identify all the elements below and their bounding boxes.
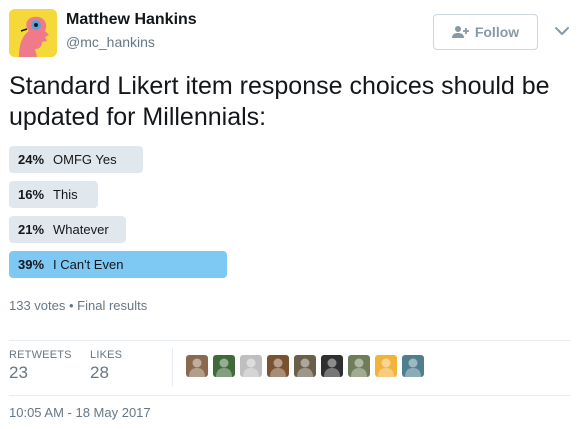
poll-label: OMFG Yes [53, 152, 117, 167]
author-name[interactable]: Matthew Hankins [66, 11, 197, 29]
liker-avatar[interactable] [294, 355, 316, 377]
author-handle[interactable]: @mc_hankins [66, 34, 155, 50]
poll-choice: 16% This [9, 181, 309, 208]
liker-avatar[interactable] [213, 355, 235, 377]
add-user-icon [451, 25, 470, 39]
liker-avatars [186, 355, 424, 377]
poll-choice: 24% OMFG Yes [9, 146, 309, 173]
liker-avatar[interactable] [348, 355, 370, 377]
poll-choice-text: 21% Whatever [18, 222, 109, 237]
liker-avatar[interactable] [267, 355, 289, 377]
poll-percent: 39% [18, 257, 45, 272]
poll-label: I Can't Even [53, 257, 124, 272]
tweet-text: Standard Likert item response choices sh… [9, 72, 550, 131]
poll-choice-text: 39% I Can't Even [18, 257, 123, 272]
liker-avatar[interactable] [186, 355, 208, 377]
retweets-label: RETWEETS [9, 349, 72, 361]
retweets-count: 23 [9, 363, 28, 382]
poll-percent: 21% [18, 222, 45, 237]
likes-stat[interactable]: LIKES 28 [90, 349, 122, 383]
poll-choice: 39% I Can't Even [9, 251, 309, 278]
poll-label: Whatever [53, 222, 109, 237]
chevron-down-icon[interactable] [553, 22, 571, 40]
divider [9, 340, 570, 341]
poll-label: This [53, 187, 78, 202]
stats-separator [172, 348, 173, 386]
poll-summary: 133 votes • Final results [9, 298, 148, 313]
cartoon-face-avatar-icon [9, 9, 57, 57]
divider [9, 395, 570, 396]
follow-button-label: Follow [474, 24, 520, 40]
poll-percent: 16% [18, 187, 45, 202]
poll-choice: 21% Whatever [9, 216, 309, 243]
follow-button[interactable]: Follow [433, 14, 538, 50]
retweets-stat[interactable]: RETWEETS 23 [9, 349, 72, 383]
liker-avatar[interactable] [402, 355, 424, 377]
poll-percent: 24% [18, 152, 45, 167]
poll-choice-text: 24% OMFG Yes [18, 152, 117, 167]
avatar[interactable] [9, 9, 57, 57]
timestamp[interactable]: 10:05 AM - 18 May 2017 [9, 405, 151, 420]
likes-count: 28 [90, 363, 109, 382]
poll-choice-text: 16% This [18, 187, 78, 202]
likes-label: LIKES [90, 349, 123, 361]
liker-avatar[interactable] [240, 355, 262, 377]
liker-avatar[interactable] [321, 355, 343, 377]
liker-avatar[interactable] [375, 355, 397, 377]
